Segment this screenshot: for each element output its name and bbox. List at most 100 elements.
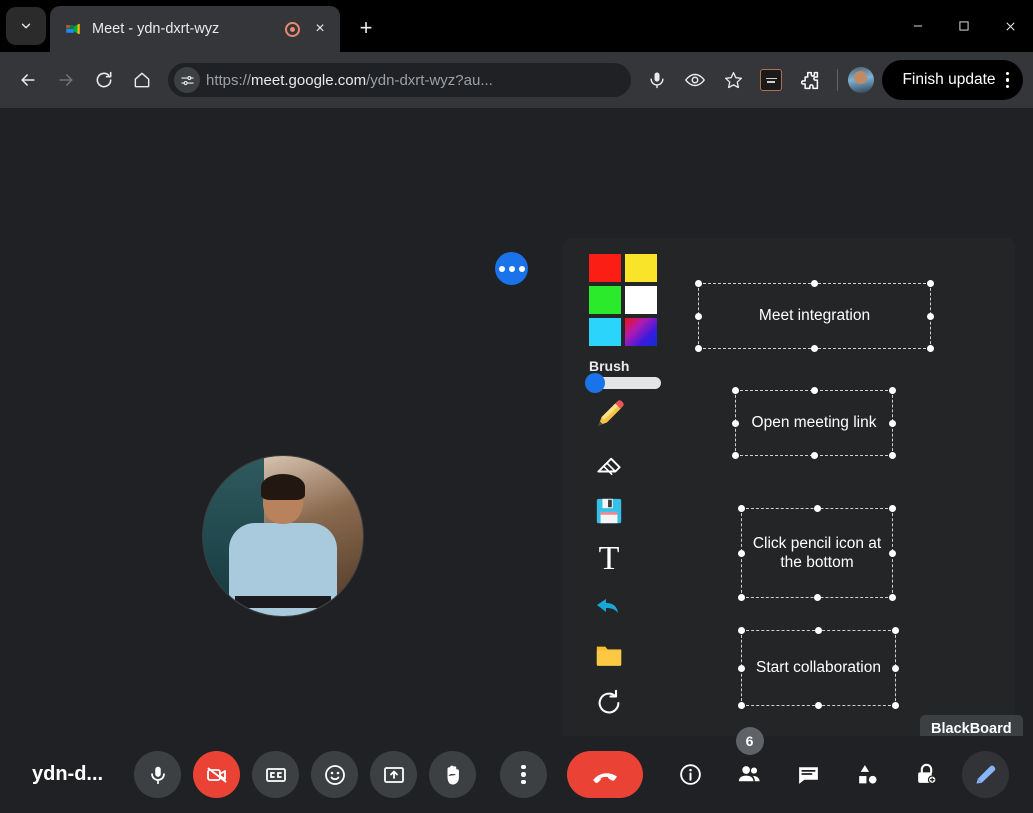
- color-swatch-white[interactable]: [625, 286, 657, 314]
- window-minimize-button[interactable]: [895, 0, 941, 52]
- resize-handle[interactable]: [889, 594, 896, 601]
- color-swatch-red[interactable]: [589, 254, 621, 282]
- forward-button[interactable]: [48, 62, 84, 98]
- note-meet-integration[interactable]: Meet integration: [695, 280, 934, 352]
- resize-handle[interactable]: [732, 419, 739, 427]
- resize-handle[interactable]: [810, 452, 818, 459]
- browser-tab[interactable]: Meet - ydn-dxrt-wyz ×: [50, 6, 340, 52]
- resize-handle[interactable]: [732, 387, 739, 394]
- resize-handle[interactable]: [695, 312, 702, 320]
- resize-handle[interactable]: [889, 505, 896, 512]
- pencil-tool-button[interactable]: [581, 393, 637, 437]
- resize-handle[interactable]: [738, 549, 745, 557]
- resize-handle[interactable]: [810, 387, 818, 394]
- reactions-button[interactable]: [311, 751, 358, 798]
- tab-search-button[interactable]: [6, 7, 46, 45]
- home-button[interactable]: [124, 62, 160, 98]
- resize-handle[interactable]: [892, 702, 899, 709]
- window-close-button[interactable]: [987, 0, 1033, 52]
- resize-handle[interactable]: [732, 452, 739, 459]
- raise-hand-icon: [447, 765, 459, 784]
- resize-handle[interactable]: [815, 627, 822, 634]
- meeting-details-button[interactable]: [667, 751, 714, 798]
- tab-strip: Meet - ydn-dxrt-wyz × +: [0, 0, 1033, 52]
- resize-handle[interactable]: [738, 594, 745, 601]
- eye-icon[interactable]: [677, 62, 713, 98]
- color-swatch-yellow[interactable]: [625, 254, 657, 282]
- text-tool-button[interactable]: T: [581, 537, 637, 581]
- resize-handle[interactable]: [695, 345, 702, 352]
- brush-label: Brush: [589, 358, 630, 374]
- new-tab-button[interactable]: +: [352, 14, 380, 42]
- resize-handle[interactable]: [927, 345, 934, 352]
- chat-bubble-icon: [799, 767, 818, 784]
- resize-handle[interactable]: [738, 505, 745, 512]
- folder-tool-button[interactable]: [581, 633, 637, 677]
- color-swatch-green[interactable]: [589, 286, 621, 314]
- leave-call-button[interactable]: [567, 751, 643, 798]
- note-start-collaboration[interactable]: Start collaboration: [738, 627, 899, 709]
- undo-tool-button[interactable]: [581, 585, 637, 629]
- resize-handle[interactable]: [738, 664, 745, 672]
- color-swatch-cyan[interactable]: [589, 318, 621, 346]
- bookmark-star-icon[interactable]: [715, 62, 751, 98]
- voice-search-button[interactable]: [639, 62, 675, 98]
- resize-handle[interactable]: [889, 549, 896, 557]
- note-text: Meet integration: [758, 307, 871, 325]
- resize-handle[interactable]: [695, 280, 702, 287]
- more-options-button[interactable]: [500, 751, 547, 798]
- chat-button[interactable]: [785, 751, 832, 798]
- extensions-puzzle-icon[interactable]: [791, 62, 827, 98]
- window-maximize-button[interactable]: [941, 0, 987, 52]
- resize-handle[interactable]: [889, 419, 896, 427]
- resize-handle[interactable]: [811, 280, 818, 287]
- activities-button[interactable]: [844, 751, 891, 798]
- resize-handle[interactable]: [738, 702, 745, 709]
- host-controls-button[interactable]: [903, 751, 950, 798]
- resize-handle[interactable]: [889, 387, 896, 394]
- resize-handle[interactable]: [892, 627, 899, 634]
- camera-button[interactable]: [193, 751, 240, 798]
- address-bar[interactable]: https://meet.google.com/ydn-dxrt-wyz?au.…: [168, 63, 632, 97]
- note-open-meeting-link[interactable]: Open meeting link: [732, 387, 896, 459]
- reload-button[interactable]: [86, 62, 122, 98]
- blackboard-toolbar: Brush T: [575, 250, 661, 725]
- raise-hand-button[interactable]: [429, 751, 476, 798]
- blackboard-extension-icon[interactable]: [753, 62, 789, 98]
- color-swatch-rainbow[interactable]: [625, 318, 657, 346]
- resize-handle[interactable]: [927, 280, 934, 287]
- note-text: Start collaboration: [756, 659, 881, 677]
- chevron-down-icon: [21, 23, 31, 29]
- participants-button[interactable]: 6: [726, 727, 773, 798]
- resize-handle[interactable]: [813, 505, 821, 512]
- tab-recording-indicator[interactable]: [285, 21, 300, 37]
- resize-handle[interactable]: [815, 702, 822, 709]
- save-tool-button[interactable]: [581, 489, 637, 533]
- finish-update-button[interactable]: Finish update: [882, 60, 1023, 100]
- present-button[interactable]: [370, 751, 417, 798]
- self-video-tile[interactable]: [0, 108, 563, 728]
- resize-handle[interactable]: [813, 594, 821, 601]
- resize-handle[interactable]: [811, 345, 818, 352]
- resize-handle[interactable]: [889, 452, 896, 459]
- eraser-tool-button[interactable]: [581, 441, 637, 485]
- reset-tool-button[interactable]: [581, 681, 637, 725]
- profile-avatar[interactable]: [848, 67, 875, 93]
- microphone-icon: [150, 766, 165, 784]
- resize-handle[interactable]: [892, 664, 899, 672]
- brush-slider-knob[interactable]: [585, 373, 605, 393]
- board-overflow-button[interactable]: [495, 252, 528, 285]
- tune-icon[interactable]: [174, 67, 200, 93]
- resize-handle[interactable]: [738, 627, 745, 634]
- resize-handle[interactable]: [927, 312, 934, 320]
- note-text: Open meeting link: [751, 414, 877, 432]
- meet-stage: Abhishek Sontakke Brush: [0, 108, 1033, 813]
- blackboard-button[interactable]: [962, 751, 1009, 798]
- back-button[interactable]: [10, 62, 46, 98]
- captions-button[interactable]: [252, 751, 299, 798]
- microphone-button[interactable]: [134, 751, 181, 798]
- tab-close-button[interactable]: ×: [310, 19, 330, 39]
- note-click-pencil[interactable]: Click pencil icon at the bottom: [738, 505, 896, 601]
- brush-size-slider[interactable]: [585, 373, 661, 393]
- kebab-menu-icon[interactable]: [1005, 71, 1009, 89]
